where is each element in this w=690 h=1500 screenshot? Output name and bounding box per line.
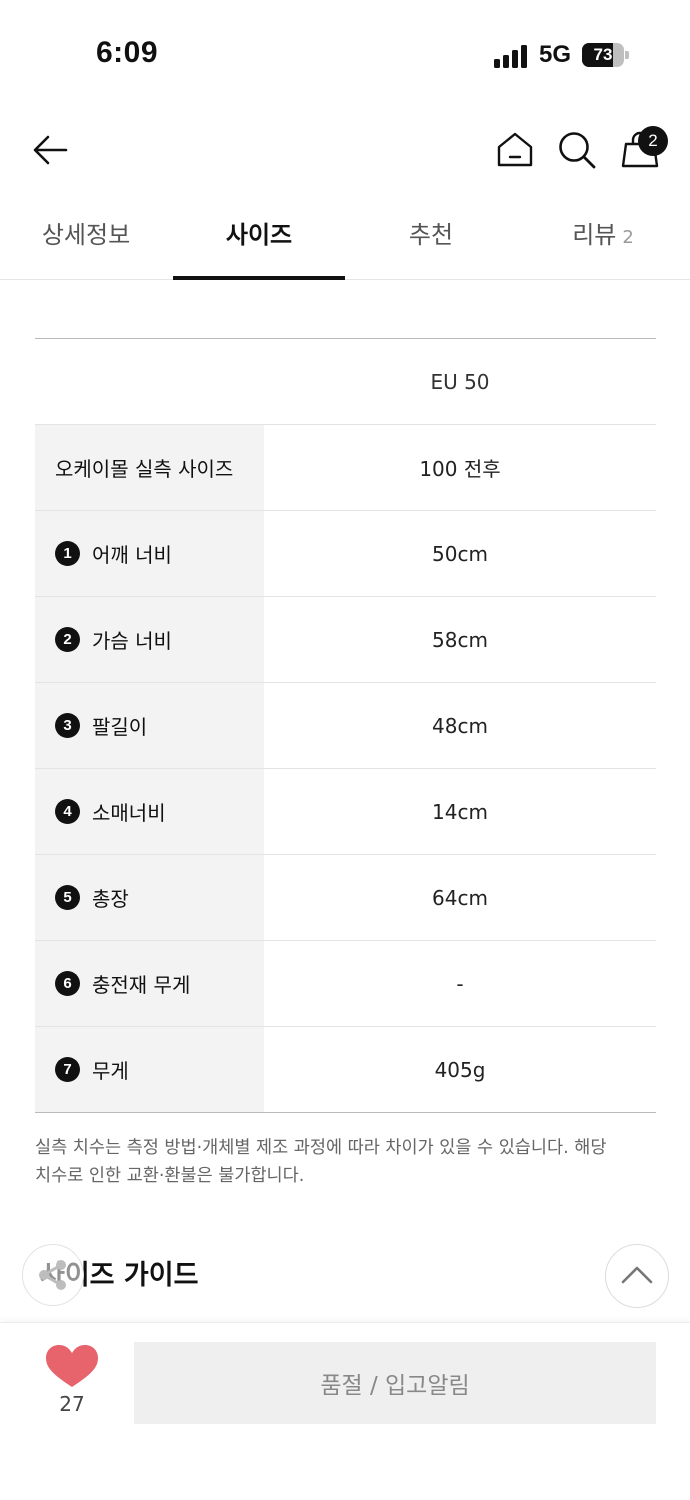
size-column-header: EU 50 — [430, 369, 490, 394]
table-row: 1 어깨 너비 50cm — [35, 511, 656, 597]
search-icon — [559, 132, 596, 169]
row-label: 총장 — [92, 887, 129, 911]
share-button[interactable] — [22, 1244, 84, 1306]
table-row: 5 총장 64cm — [35, 855, 656, 941]
measure-number-badge: 4 — [55, 799, 80, 824]
status-time: 6:09 — [96, 36, 159, 69]
measure-number-badge: 6 — [55, 971, 80, 996]
table-row: 2 가슴 너비 58cm — [35, 597, 656, 683]
row-value: - — [456, 971, 464, 996]
table-row: 4 소매너비 14cm — [35, 769, 656, 855]
row-label-cell: 4 소매너비 — [35, 769, 264, 854]
table-row: 오케이몰 실측 사이즈 100 전후 — [35, 425, 656, 511]
row-value: 14cm — [432, 799, 488, 824]
home-icon — [497, 132, 533, 167]
row-value: 100 전후 — [419, 457, 501, 481]
row-label: 팔길이 — [92, 715, 148, 739]
row-label-cell: 2 가슴 너비 — [35, 597, 264, 682]
row-value: 48cm — [432, 713, 488, 738]
home-button[interactable] — [495, 130, 535, 170]
row-label-cell: 1 어깨 너비 — [35, 511, 264, 596]
measure-number-badge: 7 — [55, 1057, 80, 1082]
row-label: 소매너비 — [92, 801, 166, 825]
heart-icon — [46, 1345, 98, 1387]
review-count: 2 — [622, 227, 634, 248]
status-bar: 6:09 5G 73 — [0, 0, 690, 100]
notice-line: 실측 치수는 측정 방법·개체별 제조 과정에 따라 차이가 있을 수 있습니다… — [35, 1138, 607, 1158]
row-value: 64cm — [432, 885, 488, 910]
row-value: 50cm — [432, 541, 488, 566]
measurement-notice: 실측 치수는 측정 방법·개체별 제조 과정에 따라 차이가 있을 수 있습니다… — [35, 1134, 655, 1190]
table-header-row: EU 50 — [35, 339, 656, 425]
row-label: 충전재 무게 — [92, 973, 191, 997]
share-icon — [39, 1260, 66, 1290]
row-label: 무게 — [92, 1059, 129, 1083]
size-table: EU 50 오케이몰 실측 사이즈 100 전후 1 어깨 너비 50cm 2 가슴… — [35, 338, 656, 1113]
tab-recommend[interactable]: 추천 — [345, 205, 517, 279]
measure-number-badge: 2 — [55, 627, 80, 652]
active-tab-indicator — [173, 276, 345, 280]
notice-line: 치수로 인한 교환·환불은 불가합니다. — [35, 1166, 305, 1186]
table-row: 7 무게 405g — [35, 1027, 656, 1113]
measure-number-badge: 3 — [55, 713, 80, 738]
measure-number-badge: 5 — [55, 885, 80, 910]
table-header-empty — [35, 339, 264, 424]
like-count: 27 — [59, 1392, 85, 1416]
cart-count-badge: 2 — [638, 126, 668, 156]
row-label: 가슴 너비 — [92, 629, 172, 653]
network-type: 5G — [539, 41, 572, 68]
restock-alert-button[interactable]: 품절 / 입고알림 — [134, 1342, 656, 1424]
signal-icon — [494, 44, 530, 68]
row-label: 어깨 너비 — [92, 543, 172, 567]
table-row: 3 팔길이 48cm — [35, 683, 656, 769]
row-label-cell: 7 무게 — [35, 1027, 264, 1112]
product-tabs: 상세정보 사이즈 추천 리뷰 2 — [0, 205, 690, 280]
table-row: 6 충전재 무게 - — [35, 941, 656, 1027]
battery-percent: 73 — [593, 45, 613, 64]
measure-number-badge: 1 — [55, 541, 80, 566]
scroll-top-button[interactable] — [605, 1244, 669, 1308]
chevron-up-icon — [621, 1266, 653, 1284]
tab-label: 추천 — [408, 221, 454, 249]
back-button[interactable] — [30, 128, 72, 172]
row-label: 오케이몰 실측 사이즈 — [35, 425, 264, 510]
tab-reviews[interactable]: 리뷰 2 — [517, 205, 689, 279]
search-button[interactable] — [556, 129, 598, 171]
arrow-left-icon — [33, 135, 68, 165]
tab-label: 사이즈 — [225, 221, 293, 249]
tab-details[interactable]: 상세정보 — [0, 205, 172, 279]
tab-label: 상세정보 — [41, 221, 131, 249]
row-label-cell: 3 팔길이 — [35, 683, 264, 768]
battery-icon: 73 — [582, 43, 630, 67]
row-label-cell: 5 총장 — [35, 855, 264, 940]
row-value: 405g — [434, 1057, 486, 1082]
row-value: 58cm — [432, 627, 488, 652]
tab-label: 리뷰 — [572, 221, 617, 249]
tab-size[interactable]: 사이즈 — [173, 205, 345, 279]
row-label-cell: 6 충전재 무게 — [35, 941, 264, 1026]
